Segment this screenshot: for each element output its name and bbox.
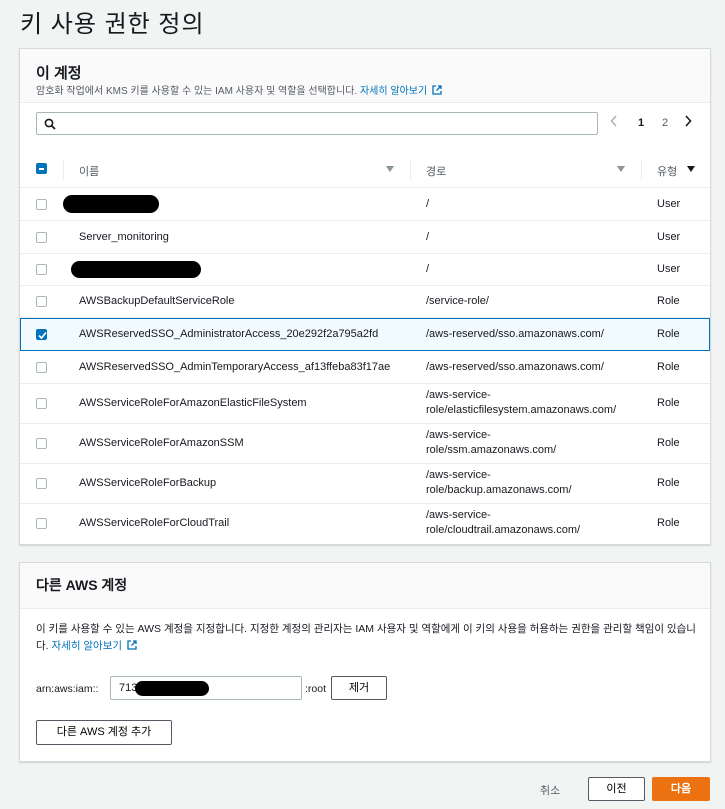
page-title: 키 사용 권한 정의	[20, 11, 205, 38]
this-account-panel: 이 계정 암호화 작업에서 KMS 키를 사용할 수 있는 IAM 사용자 및 …	[19, 48, 711, 545]
row-path: /	[426, 263, 430, 275]
learn-more-link[interactable]: 자세히 알아보기	[360, 86, 427, 97]
table-row[interactable]: AWSServiceRoleForBackup /aws-service- ro…	[20, 464, 710, 504]
row-type: Role	[657, 361, 680, 373]
panel-header: 다른 AWS 계정	[20, 563, 710, 609]
panel-title: 이 계정	[36, 65, 82, 82]
table-row[interactable]: AWSServiceRoleForAmazonElasticFileSystem…	[20, 384, 710, 424]
external-link-icon	[432, 85, 442, 95]
row-checkbox[interactable]	[36, 478, 47, 489]
row-path: /	[426, 198, 430, 210]
other-accounts-panel: 다른 AWS 계정 이 키를 사용할 수 있는 AWS 계정을 지정합니다. 지…	[19, 562, 711, 762]
table-row[interactable]: AWSServiceRoleForCloudTrail /aws-service…	[20, 504, 710, 545]
row-name: AWSServiceRoleForBackup	[79, 477, 217, 489]
column-header-path[interactable]: 경로	[426, 163, 446, 179]
redacted-name	[63, 195, 159, 213]
next-page-button[interactable]	[684, 115, 692, 130]
row-checkbox[interactable]	[36, 398, 47, 409]
account-id-input[interactable]: 713	[110, 676, 302, 700]
table-row[interactable]: Server_monitoring / User	[20, 221, 710, 254]
panel-description: 이 키를 사용할 수 있는 AWS 계정을 지정합니다. 지정한 계정의 관리자…	[36, 621, 696, 655]
table-row[interactable]: / User	[20, 254, 710, 286]
row-type: Role	[657, 295, 680, 307]
prev-page-button[interactable]	[610, 115, 618, 130]
row-type: Role	[657, 517, 680, 529]
row-checkbox[interactable]	[36, 264, 47, 275]
row-path: /aws-reserved/sso.amazonaws.com/	[426, 328, 604, 340]
description-text: 암호화 작업에서 KMS 키를 사용할 수 있는 IAM 사용자 및 역할을 선…	[36, 86, 358, 97]
arn-prefix-label: arn:aws:iam::	[36, 683, 99, 695]
redacted-account-id	[135, 681, 209, 696]
row-path-line1: /aws-service-	[426, 429, 491, 441]
column-divider	[410, 159, 411, 180]
panel-description: 암호화 작업에서 KMS 키를 사용할 수 있는 IAM 사용자 및 역할을 선…	[36, 82, 442, 97]
row-type: User	[657, 263, 681, 275]
select-all-checkbox[interactable]	[36, 163, 47, 174]
panel-header: 이 계정 암호화 작업에서 KMS 키를 사용할 수 있는 IAM 사용자 및 …	[20, 49, 710, 103]
external-link-icon	[127, 640, 137, 650]
table-row[interactable]: / User	[20, 188, 710, 221]
row-path-line2: role/backup.amazonaws.com/	[426, 484, 572, 496]
sort-type-icon[interactable]	[687, 166, 695, 172]
table-header: 이름 경로 유형	[20, 151, 710, 188]
previous-button[interactable]: 이전	[588, 777, 645, 801]
row-type: Role	[657, 397, 680, 409]
chevron-left-icon	[610, 115, 617, 127]
row-checkbox[interactable]	[36, 518, 47, 529]
add-account-button[interactable]: 다른 AWS 계정 추가	[36, 720, 172, 745]
page-2-button[interactable]: 2	[662, 117, 668, 129]
row-path-line2: role/ssm.amazonaws.com/	[426, 444, 557, 456]
row-type: User	[657, 231, 681, 243]
page-1-button[interactable]: 1	[638, 117, 644, 129]
row-path: /service-role/	[426, 295, 489, 307]
row-name: AWSBackupDefaultServiceRole	[79, 295, 235, 307]
row-name: AWSServiceRoleForCloudTrail	[79, 517, 230, 529]
row-name: AWSServiceRoleForAmazonElasticFileSystem	[79, 397, 307, 409]
row-checkbox[interactable]	[36, 362, 47, 373]
row-type: User	[657, 198, 681, 210]
column-divider	[641, 159, 642, 180]
row-path-line1: /aws-service-	[426, 509, 491, 521]
row-path-line1: /aws-service-	[426, 389, 491, 401]
row-path-line1: /aws-service-	[426, 469, 491, 481]
checkmark-icon	[38, 331, 47, 340]
row-type: Role	[657, 477, 680, 489]
panel-title: 다른 AWS 계정	[36, 577, 128, 593]
row-checkbox[interactable]	[36, 438, 47, 449]
column-header-name[interactable]: 이름	[79, 163, 99, 179]
row-checkbox[interactable]	[36, 199, 47, 210]
row-name: AWSReservedSSO_AdminTemporaryAccess_af13…	[79, 361, 391, 373]
remove-account-button[interactable]: 제거	[331, 676, 387, 700]
redacted-name	[71, 261, 201, 278]
row-name: AWSServiceRoleForAmazonSSM	[79, 437, 244, 449]
row-path-line2: role/elasticfilesystem.amazonaws.com/	[426, 404, 617, 416]
arn-suffix-label: :root	[305, 683, 327, 695]
cancel-button[interactable]: 취소	[540, 782, 560, 798]
sort-path-icon[interactable]	[617, 166, 625, 172]
row-path: /	[426, 231, 430, 243]
search-box[interactable]	[36, 112, 598, 135]
column-header-type[interactable]: 유형	[657, 163, 677, 179]
row-name: Server_monitoring	[79, 231, 169, 243]
row-path: /aws-reserved/sso.amazonaws.com/	[426, 361, 604, 373]
learn-more-link[interactable]: 자세히 알아보기	[52, 640, 123, 652]
next-button[interactable]: 다음	[652, 777, 710, 801]
row-path-line2: role/cloudtrail.amazonaws.com/	[426, 524, 581, 536]
row-checkbox[interactable]	[36, 232, 47, 243]
table-row-selected[interactable]: AWSReservedSSO_AdministratorAccess_20e29…	[20, 318, 710, 351]
row-checkbox[interactable]	[36, 329, 47, 340]
row-type: Role	[657, 437, 680, 449]
sort-name-icon[interactable]	[386, 166, 394, 172]
row-type: Role	[657, 328, 680, 340]
table-row[interactable]: AWSBackupDefaultServiceRole /service-rol…	[20, 286, 710, 318]
row-checkbox[interactable]	[36, 296, 47, 307]
table-row[interactable]: AWSReservedSSO_AdminTemporaryAccess_af13…	[20, 351, 710, 384]
search-input[interactable]	[61, 115, 591, 132]
chevron-right-icon	[685, 115, 692, 127]
column-divider	[63, 159, 64, 180]
row-name: AWSReservedSSO_AdministratorAccess_20e29…	[79, 328, 379, 340]
search-icon	[44, 118, 56, 130]
table-row[interactable]: AWSServiceRoleForAmazonSSM /aws-service-…	[20, 424, 710, 464]
